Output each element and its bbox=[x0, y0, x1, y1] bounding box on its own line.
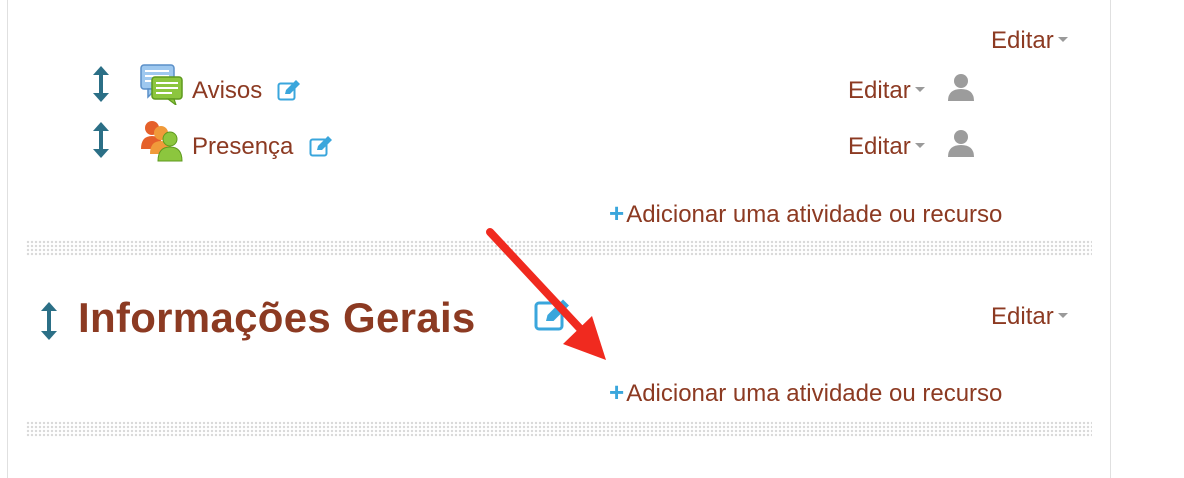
annotation-arrow bbox=[486, 228, 606, 360]
